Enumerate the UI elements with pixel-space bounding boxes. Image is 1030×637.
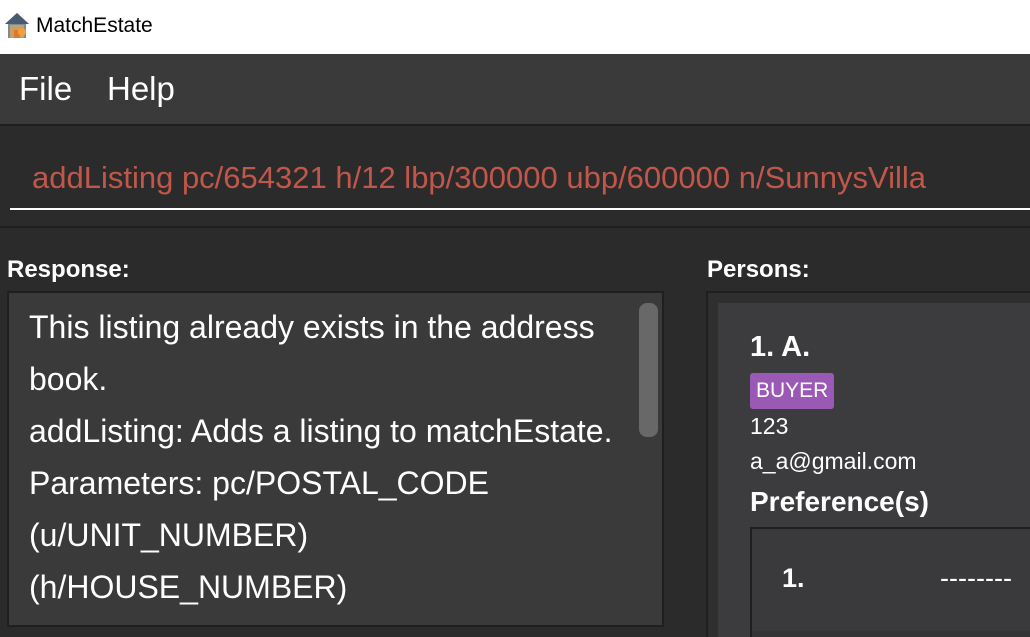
person-tag-badge: BUYER	[750, 373, 835, 409]
window-title: MatchEstate	[36, 14, 153, 37]
command-divider	[0, 226, 1030, 228]
person-name: 1. A.	[750, 331, 811, 363]
response-scrollbar[interactable]	[639, 303, 658, 437]
response-display: This listing already exists in the addre…	[7, 291, 664, 627]
preference-item[interactable]: 1. --------	[752, 529, 1030, 631]
person-email: a_a@gmail.com	[750, 448, 917, 474]
command-input[interactable]	[10, 148, 1030, 210]
preference-index: 1.	[782, 563, 805, 593]
response-label: Response:	[7, 256, 130, 283]
persons-label: Persons:	[707, 256, 810, 283]
menu-help[interactable]: Help	[107, 70, 175, 108]
preferences-list: 1. --------	[750, 527, 1030, 637]
person-card[interactable]: 1. A. BUYER 123 a_a@gmail.com Preference…	[718, 303, 1030, 637]
persons-list-panel: 1. A. BUYER 123 a_a@gmail.com Preference…	[706, 291, 1030, 637]
menu-bar: File Help	[0, 54, 1030, 124]
window-titlebar: MatchEstate	[0, 0, 1030, 54]
house-app-icon	[5, 13, 29, 38]
preference-divider-text: --------	[940, 563, 1012, 593]
preferences-heading: Preference(s)	[750, 486, 929, 517]
person-phone: 123	[750, 413, 789, 439]
menu-file[interactable]: File	[19, 70, 72, 108]
response-text: This listing already exists in the addre…	[29, 309, 613, 605]
command-box-area	[0, 126, 1030, 226]
